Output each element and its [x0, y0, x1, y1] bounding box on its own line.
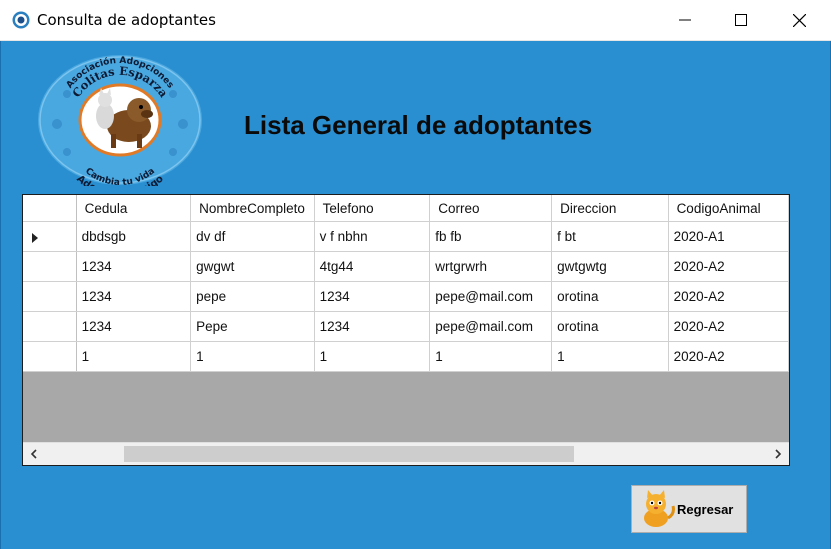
adopters-table: Cedula NombreCompleto Telefono Correo Di…: [23, 195, 789, 372]
table-row[interactable]: 1 1 1 1 1 2020-A2: [23, 341, 789, 372]
close-icon: [792, 13, 806, 27]
table-cell[interactable]: 2020-A2: [668, 341, 789, 372]
back-button-label: Regresar: [677, 501, 734, 517]
table-cell[interactable]: orotina: [551, 311, 669, 342]
row-header[interactable]: [23, 251, 77, 282]
title-bar: Consulta de adoptantes: [0, 0, 831, 41]
table-row[interactable]: dbdsgb dv df v f nbhn fb fb f bt 2020-A1: [23, 221, 789, 252]
table-cell[interactable]: 1: [190, 341, 315, 372]
corner-header-cell[interactable]: [23, 195, 77, 222]
table-cell[interactable]: dbdsgb: [76, 221, 192, 252]
table-cell[interactable]: orotina: [551, 281, 669, 312]
table-cell[interactable]: v f nbhn: [314, 221, 431, 252]
table-cell[interactable]: 1234: [76, 251, 192, 282]
cat-icon: [644, 490, 675, 527]
header-row: Cedula NombreCompleto Telefono Correo Di…: [23, 195, 789, 222]
table-cell[interactable]: f bt: [551, 221, 669, 252]
minimize-button[interactable]: [656, 0, 714, 40]
row-header[interactable]: [23, 311, 77, 342]
table-cell[interactable]: 2020-A2: [668, 311, 789, 342]
column-header-direccion[interactable]: Direccion: [551, 195, 669, 222]
chevron-right-icon: [775, 449, 782, 459]
column-header-correo[interactable]: Correo: [429, 195, 553, 222]
table-cell[interactable]: 4tg44: [314, 251, 431, 282]
table-cell[interactable]: pepe: [190, 281, 315, 312]
table-cell[interactable]: 1: [76, 341, 192, 372]
column-header-codigoanimal[interactable]: CodigoAnimal: [668, 195, 789, 222]
app-icon: [12, 11, 30, 29]
horizontal-scrollbar[interactable]: [23, 442, 789, 465]
row-header[interactable]: [23, 221, 77, 252]
table-cell[interactable]: 1: [314, 341, 431, 372]
maximize-button[interactable]: [712, 0, 770, 40]
table-cell[interactable]: wrtgrwrh: [429, 251, 553, 282]
current-row-arrow-icon: [32, 233, 38, 243]
chevron-left-icon: [30, 449, 37, 459]
table-row[interactable]: 1234 gwgwt 4tg44 wrtgrwrh gwtgwtg 2020-A…: [23, 251, 789, 282]
close-button[interactable]: [770, 0, 828, 40]
scroll-right-button[interactable]: [767, 443, 789, 465]
table-cell[interactable]: dv df: [190, 221, 315, 252]
column-header-cedula[interactable]: Cedula: [76, 195, 192, 222]
table-cell[interactable]: Pepe: [190, 311, 315, 342]
page-title: Lista General de adoptantes: [244, 110, 593, 140]
table-cell[interactable]: fb fb: [429, 221, 553, 252]
table-cell[interactable]: pepe@mail.com: [429, 281, 553, 312]
column-header-telefono[interactable]: Telefono: [314, 195, 431, 222]
table-cell[interactable]: gwgwt: [190, 251, 315, 282]
table-row[interactable]: 1234 Pepe 1234 pepe@mail.com orotina 202…: [23, 311, 789, 342]
table-cell[interactable]: 2020-A2: [668, 281, 789, 312]
table-cell[interactable]: 1234: [314, 281, 431, 312]
column-header-nombrecompleto[interactable]: NombreCompleto: [190, 195, 315, 222]
association-logo: Asociación Adopciones Colitas Esparza Ca…: [38, 55, 202, 186]
table-cell[interactable]: 1: [429, 341, 553, 372]
scroll-left-button[interactable]: [23, 443, 45, 465]
table-cell[interactable]: 1234: [76, 281, 192, 312]
table-row[interactable]: 1234 pepe 1234 pepe@mail.com orotina 202…: [23, 281, 789, 312]
table-cell[interactable]: 1: [551, 341, 669, 372]
table-cell[interactable]: 1234: [76, 311, 192, 342]
scrollbar-thumb[interactable]: [124, 446, 574, 462]
table-cell[interactable]: gwtgwtg: [551, 251, 669, 282]
app-window: Consulta de adoptantes Asociación Adopci…: [0, 0, 831, 549]
row-header[interactable]: [23, 341, 77, 372]
adopters-data-grid[interactable]: Cedula NombreCompleto Telefono Correo Di…: [22, 194, 790, 466]
maximize-icon: [735, 14, 747, 26]
window-title: Consulta de adoptantes: [37, 11, 216, 29]
table-cell[interactable]: 2020-A2: [668, 251, 789, 282]
table-cell[interactable]: 1234: [314, 311, 431, 342]
row-header[interactable]: [23, 281, 77, 312]
table-cell[interactable]: pepe@mail.com: [429, 311, 553, 342]
back-button[interactable]: Regresar: [631, 485, 747, 533]
minimize-icon: [679, 19, 691, 21]
table-cell[interactable]: 2020-A1: [668, 221, 789, 252]
